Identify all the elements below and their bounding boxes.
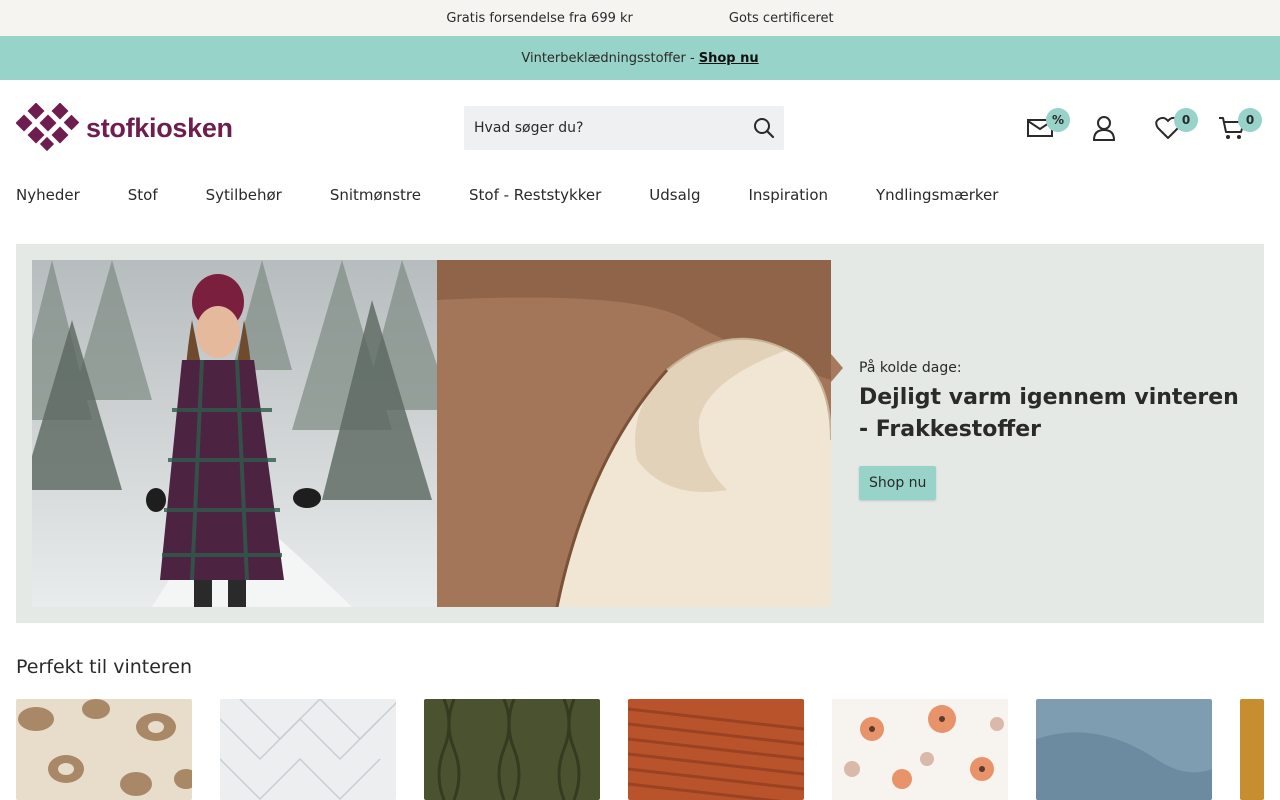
usp-free-shipping: Gratis forsendelse fra 699 kr <box>446 10 633 26</box>
nav-item-nyheder[interactable]: Nyheder <box>16 186 80 204</box>
promo-banner: Vinterbeklædningsstoffer - Shop nu <box>0 36 1280 80</box>
hero-banner[interactable]: På kolde dage: Dejligt varm igennem vint… <box>16 244 1264 623</box>
site-logo[interactable]: stofkiosken <box>16 103 233 153</box>
hero-shop-button[interactable]: Shop nu <box>859 466 937 500</box>
hero-content: På kolde dage: Dejligt varm igennem vint… <box>859 360 1249 500</box>
hero-image-winter-coat[interactable] <box>32 260 437 607</box>
main-navigation: Nyheder Stof Sytilbehør Snitmønstre Stof… <box>16 186 1046 204</box>
newsletter-badge: % <box>1046 108 1070 132</box>
cart-button[interactable]: 0 <box>1218 108 1262 142</box>
usp-bar: Gratis forsendelse fra 699 kr Gots certi… <box>0 0 1280 36</box>
nav-item-yndlingsmaerker[interactable]: Yndlingsmærker <box>876 186 998 204</box>
search-box <box>464 106 784 150</box>
search-input[interactable] <box>474 120 734 136</box>
wishlist-count-badge: 0 <box>1174 108 1198 132</box>
search-icon[interactable] <box>753 117 775 143</box>
newsletter-button[interactable]: % <box>1026 108 1070 142</box>
user-icon <box>1092 116 1116 141</box>
logo-wordmark: stofkiosken <box>86 112 233 143</box>
product-tile-cable-knit-green[interactable] <box>424 699 600 800</box>
nav-item-stof[interactable]: Stof <box>128 186 158 204</box>
nav-item-sytilbehor[interactable]: Sytilbehør <box>206 186 282 204</box>
nav-item-udsalg[interactable]: Udsalg <box>649 186 700 204</box>
hero-title: Dejligt varm igennem vinteren - Frakkest… <box>859 385 1239 442</box>
section-title: Perfekt til vinteren <box>16 656 193 678</box>
nav-item-snitmonstre[interactable]: Snitmønstre <box>330 186 421 204</box>
product-tile-mustard[interactable] <box>1240 699 1264 800</box>
cart-count-badge: 0 <box>1238 108 1262 132</box>
nav-item-inspiration[interactable]: Inspiration <box>748 186 828 204</box>
usp-gots: Gots certificeret <box>728 10 834 26</box>
product-tile-leopard-teddy[interactable] <box>16 699 192 800</box>
hero-pointer <box>831 354 843 382</box>
logo-mark-icon <box>16 103 80 152</box>
product-tile-floral-print[interactable] <box>832 699 1008 800</box>
hero-image-teddy-fabric[interactable] <box>437 260 831 607</box>
nav-item-reststykker[interactable]: Stof - Reststykker <box>469 186 601 204</box>
product-tile-blue-fleece[interactable] <box>1036 699 1212 800</box>
product-tile-rust-corduroy[interactable] <box>628 699 804 800</box>
account-button[interactable] <box>1090 114 1118 142</box>
promo-text: Vinterbeklædningsstoffer - <box>521 50 695 66</box>
hero-kicker: På kolde dage: <box>859 360 962 376</box>
wishlist-button[interactable]: 0 <box>1154 108 1198 142</box>
promo-shop-link[interactable]: Shop nu <box>699 51 759 66</box>
product-tile-quilted-white[interactable] <box>220 699 396 800</box>
